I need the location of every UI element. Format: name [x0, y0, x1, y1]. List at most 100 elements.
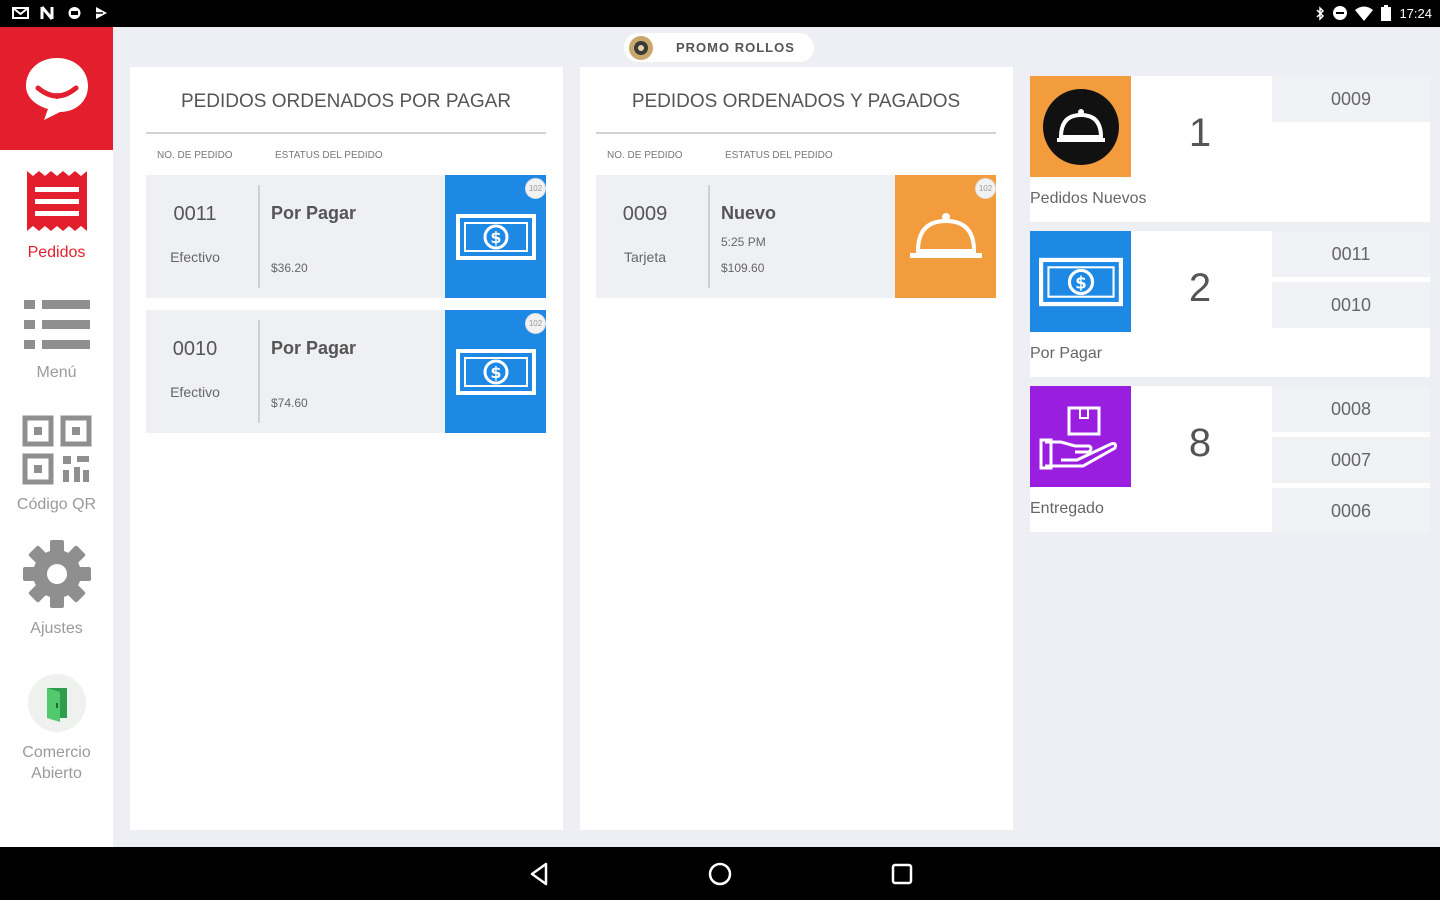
recents-button[interactable] — [888, 860, 916, 888]
back-button[interactable] — [525, 860, 553, 888]
column-title: PEDIDOS ORDENADOS POR PAGAR — [180, 91, 512, 112]
sidebar-item-label: Menú — [36, 364, 77, 381]
sidebar-item-pedidos[interactable]: Pedidos — [0, 169, 113, 263]
sidebar-item-label: Pedidos — [27, 244, 86, 261]
summary-count: 1 — [1188, 111, 1212, 155]
store-selector[interactable]: PROMO ROLLOS — [624, 33, 814, 62]
cash-icon: $ — [455, 213, 536, 260]
divider — [258, 185, 260, 288]
column-title: PEDIDOS ORDENADOS Y PAGADOS — [631, 91, 961, 112]
cloche-icon — [909, 212, 982, 258]
order-amount: $36.20 — [271, 261, 308, 275]
cloche-icon — [1042, 88, 1119, 165]
status-bar: 17:24 — [0, 0, 1440, 27]
order-time: 5:25 PM — [721, 235, 766, 249]
payment-method: Tarjeta — [623, 249, 667, 265]
order-status: Por Pagar — [271, 203, 357, 223]
summary-icon-box — [1030, 386, 1131, 487]
column-header-status: ESTATUS DEL PEDIDO — [725, 150, 833, 161]
summary-card-nuevos[interactable]: 1 Pedidos Nuevos 0009 — [1030, 76, 1430, 222]
chat-bubble-logo-icon — [25, 57, 88, 120]
summary-icon-box: $ — [1030, 231, 1131, 332]
sidebar-item-menu[interactable]: Menú — [0, 297, 113, 383]
cash-icon: $ — [455, 348, 536, 395]
column-header-status: ESTATUS DEL PEDIDO — [275, 150, 383, 161]
summary-order-list: 0008 0007 0006 — [1272, 386, 1430, 539]
divider — [258, 320, 260, 423]
divider — [708, 185, 710, 288]
play-store-icon — [96, 7, 107, 19]
gmail-icon — [12, 7, 29, 19]
order-status: Nuevo — [721, 203, 777, 223]
summary-count: 2 — [1188, 266, 1212, 310]
order-amount: $109.60 — [721, 261, 765, 275]
summary-card-entregado[interactable]: 8 Entregado 0008 0007 0006 — [1030, 386, 1430, 534]
order-number: 0009 — [622, 203, 668, 225]
wifi-icon — [1355, 6, 1374, 21]
clock: 17:24 — [1399, 5, 1432, 21]
sidebar-item-label: Ajustes — [30, 620, 83, 637]
info-badge[interactable]: 102 — [525, 313, 546, 334]
summary-order-id[interactable]: 0007 — [1272, 437, 1430, 483]
open-door-icon — [27, 674, 86, 732]
payment-method: Efectivo — [170, 384, 220, 400]
sidebar-item-qr[interactable]: Código QR — [0, 415, 113, 515]
svg-text:$: $ — [490, 363, 501, 382]
gear-icon — [22, 540, 91, 608]
order-card[interactable]: 0009 Tarjeta Nuevo 5:25 PM $109.60 102 — [596, 175, 996, 298]
summary-order-id[interactable]: 0011 — [1272, 231, 1430, 277]
sidebar: Pedidos Menú Código QR Ajustes Comercio … — [0, 27, 113, 847]
sidebar-item-ajustes[interactable]: Ajustes — [0, 539, 113, 639]
back-icon — [530, 862, 548, 886]
order-card[interactable]: 0010 Efectivo Por Pagar $74.60 $ 102 — [146, 310, 546, 433]
delivered-package-icon — [1039, 406, 1117, 469]
store-name: PROMO ROLLOS — [676, 40, 795, 55]
summary-order-id[interactable]: 0006 — [1272, 488, 1430, 534]
order-card[interactable]: 0011 Efectivo Por Pagar $36.20 $ 102 — [146, 175, 546, 298]
column-por-pagar: PEDIDOS ORDENADOS POR PAGAR No. DE PEDID… — [130, 67, 563, 830]
info-badge[interactable]: 102 — [975, 178, 996, 199]
summary-count: 8 — [1188, 421, 1212, 465]
battery-icon — [1381, 5, 1392, 21]
summary-order-id[interactable]: 0010 — [1272, 282, 1430, 328]
order-number: 0010 — [172, 338, 218, 360]
order-number: 0011 — [173, 203, 217, 225]
home-icon — [708, 862, 732, 886]
summary-icon-box — [1030, 76, 1131, 177]
sidebar-item-label: Código QR — [16, 496, 97, 513]
summary-order-list: 0009 — [1272, 76, 1430, 127]
summary-order-id[interactable]: 0009 — [1272, 76, 1430, 122]
home-button[interactable] — [706, 860, 734, 888]
divider — [146, 132, 546, 134]
order-amount: $74.60 — [271, 396, 308, 410]
list-icon — [23, 300, 90, 349]
netflix-icon — [40, 6, 54, 20]
dnd-icon — [1333, 6, 1348, 20]
summary-order-id[interactable]: 0008 — [1272, 386, 1430, 432]
bluetooth-icon — [1316, 5, 1325, 21]
column-header-number: No. DE PEDIDO — [607, 150, 683, 161]
summary-label: Por Pagar — [1030, 345, 1103, 362]
sidebar-item-comercio-abierto[interactable]: Comercio Abierto — [0, 673, 113, 784]
payment-method: Efectivo — [170, 249, 220, 265]
summary-label: Pedidos Nuevos — [1030, 190, 1147, 207]
divider — [596, 132, 996, 134]
receipt-icon — [26, 171, 87, 231]
svg-text:$: $ — [1075, 272, 1087, 292]
system-nav-bar — [0, 847, 1440, 900]
svg-text:$: $ — [490, 228, 501, 247]
summary-label: Entregado — [1030, 500, 1104, 517]
info-badge[interactable]: 102 — [525, 178, 546, 199]
column-pagados: PEDIDOS ORDENADOS Y PAGADOS No. DE PEDID… — [580, 67, 1013, 830]
sidebar-item-label: Comercio Abierto — [22, 744, 91, 782]
app-logo[interactable] — [0, 27, 113, 150]
store-avatar — [629, 35, 653, 60]
column-header-number: No. DE PEDIDO — [157, 150, 233, 161]
order-status: Por Pagar — [271, 338, 357, 358]
recents-icon — [891, 863, 913, 885]
summary-order-list: 0011 0010 — [1272, 231, 1430, 333]
cash-icon: $ — [1038, 257, 1123, 306]
qr-code-icon — [22, 415, 91, 485]
summary-card-por-pagar[interactable]: $ 2 Por Pagar 0011 0010 — [1030, 231, 1430, 377]
messages-icon — [68, 7, 81, 19]
